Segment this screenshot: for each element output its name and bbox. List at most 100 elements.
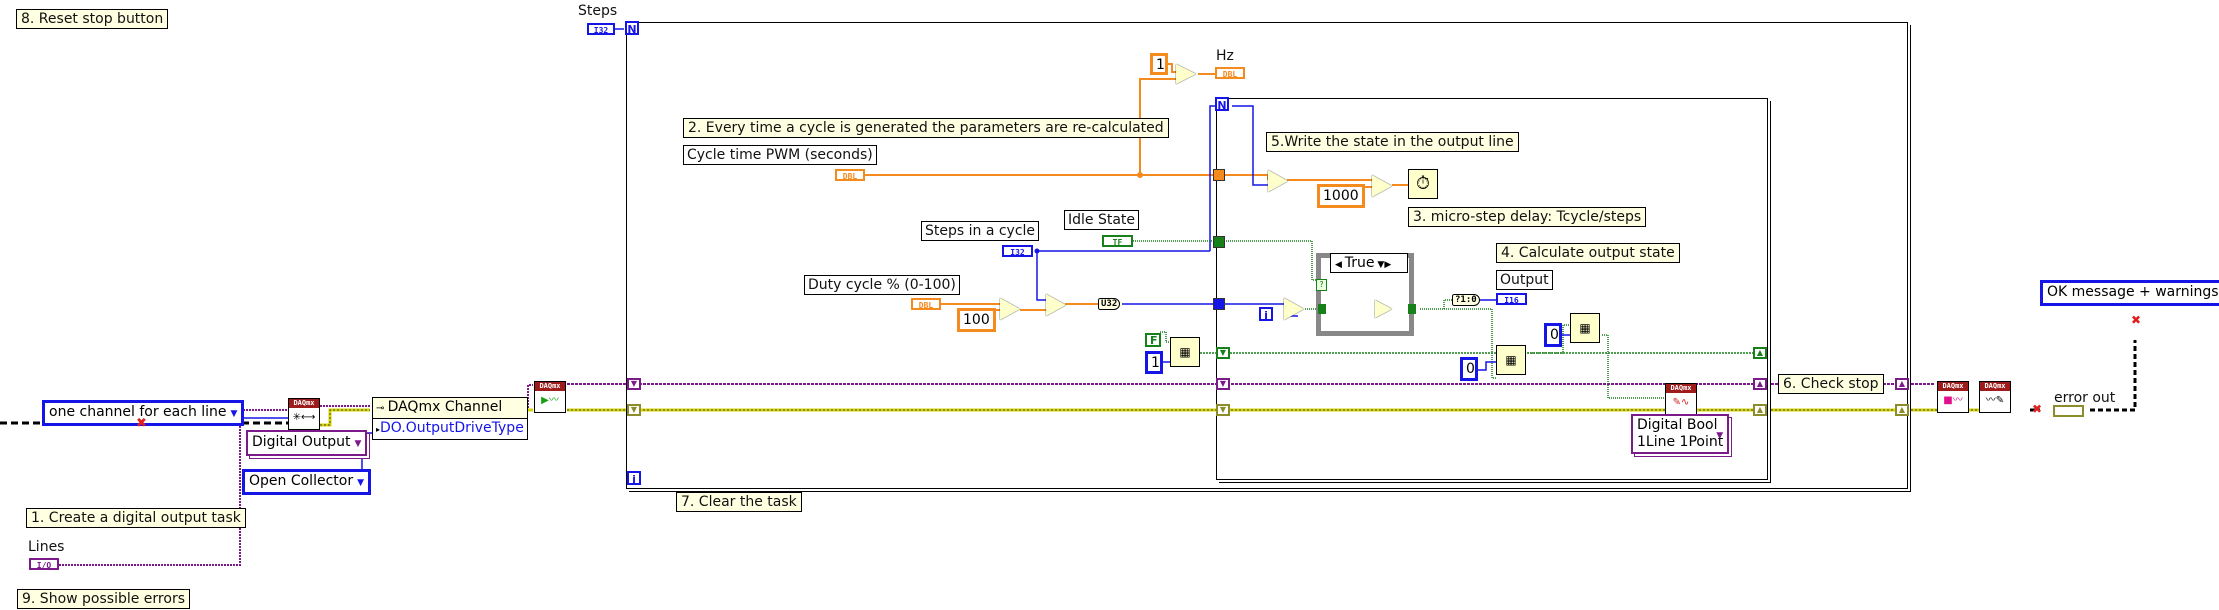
output-label: Output <box>1496 270 1553 290</box>
error-wire-1 <box>320 408 370 427</box>
case-selector-terminal: ? <box>1316 279 1327 291</box>
idle-state-label: Idle State <box>1064 210 1140 230</box>
task-type-enum[interactable]: Digital Output ▼ <box>246 430 368 456</box>
steps-control[interactable]: I32 <box>587 23 615 35</box>
hz-indicator: DBL <box>1215 67 1245 79</box>
steps-label: Steps <box>578 3 618 19</box>
inner-task-shift-register-right: ▲ <box>1753 378 1767 390</box>
u32-tunnel <box>1213 298 1225 310</box>
write-mode-enum[interactable]: Digital Bool 1Line 1Point ▼ <box>1631 414 1730 454</box>
clear-eraser-icon: 〰✎ <box>1985 395 2005 406</box>
inner-task-shift-register-left: ▼ <box>1216 378 1230 390</box>
dropdown-arrow-icon: ▼ <box>1716 431 1724 441</box>
daqmx-start-task-vi[interactable]: DAQmx ▶〰 <box>534 381 566 413</box>
error-out-indicator <box>2053 405 2084 417</box>
dropdown-arrow-icon: ▼ <box>354 439 362 449</box>
divide-node-delay[interactable] <box>1268 170 1288 192</box>
case-selector-value: True <box>1344 255 1375 271</box>
greater-than-node[interactable] <box>1284 298 1304 320</box>
hundred-constant[interactable]: 100 <box>957 308 996 332</box>
bool-array-shift-register-right: ▲ <box>1753 347 1767 359</box>
dropdown-arrow-icon: ▼ <box>357 478 365 488</box>
error-shift-register-left: ▼ <box>627 404 641 416</box>
cycle-time-control[interactable]: DBL <box>835 169 865 181</box>
lines-control[interactable]: I/O <box>29 558 59 570</box>
bool-to-number-node[interactable]: ?1:0 <box>1452 294 1480 306</box>
index-array-node[interactable]: ▦ <box>1570 313 1600 343</box>
array-size-constant[interactable]: 1 <box>1145 351 1163 374</box>
drive-type-enum[interactable]: Open Collector ▼ <box>242 469 372 495</box>
one-constant[interactable]: 1 <box>1150 53 1168 75</box>
error-out-label: error out <box>2054 390 2116 406</box>
wait-ms-metronome-icon[interactable]: ⏱ <box>1408 169 1438 199</box>
property-ref-icon: ⊸ <box>376 403 388 414</box>
error-mode-value: OK message + warnings <box>2047 284 2219 300</box>
inner-loop-iteration-terminal: i <box>1259 307 1273 322</box>
bool-array-shift-register-left: ▼ <box>1216 347 1230 359</box>
case-output-tunnel <box>1408 304 1416 314</box>
decrement-arrow-icon: ◀ <box>1335 260 1345 270</box>
idle-state-control[interactable]: TF <box>1102 235 1133 247</box>
vi-header: DAQmx <box>535 382 565 391</box>
inner-error-shift-register-right: ▲ <box>1753 404 1767 416</box>
to-u32-conversion[interactable]: U32 <box>1098 298 1121 310</box>
property-class: DAQmx Channel <box>387 399 503 415</box>
daqmx-channel-property-node[interactable]: ⊸ DAQmx Channel ▸DO.OutputDriveType <box>372 397 528 440</box>
index-zero-constant-b[interactable]: 0 <box>1544 323 1562 347</box>
idle-state-tunnel <box>1213 236 1225 248</box>
error-shift-register-right: ▲ <box>1895 404 1909 416</box>
dropdown-arrow-icon: ▼▶ <box>1374 260 1392 270</box>
daqmx-clear-task-vi[interactable]: DAQmx 〰✎ <box>1979 381 2011 413</box>
multiply-node-ms[interactable] <box>1372 175 1392 197</box>
cycle-time-tunnel <box>1213 169 1225 181</box>
false-constant[interactable]: F <box>1145 333 1161 347</box>
write-icon: ✎∿ <box>1672 397 1690 408</box>
thousand-constant[interactable]: 1000 <box>1317 184 1365 208</box>
divide-node-hz[interactable] <box>1176 64 1196 84</box>
multiply-node-steps[interactable] <box>1046 294 1066 316</box>
initialize-array-node[interactable]: ▦ <box>1170 337 1200 367</box>
inner-loop-count-terminal: N <box>1215 97 1229 112</box>
daqmx-stop-task-vi[interactable]: DAQmx ■〰 <box>1937 381 1969 413</box>
comment-show-errors: 9. Show possible errors <box>17 589 190 609</box>
error-mode-enum[interactable]: OK message + warnings▼ <box>2040 280 2219 306</box>
vi-header: DAQmx <box>1666 384 1696 393</box>
drive-type-value: Open Collector <box>249 473 354 489</box>
steps-in-cycle-label: Steps in a cycle <box>921 221 1040 241</box>
dropdown-arrow-icon: ▼ <box>230 409 238 419</box>
inner-error-shift-register-left: ▼ <box>1216 404 1230 416</box>
steps-in-cycle-control[interactable]: I32 <box>1002 245 1033 257</box>
replace-array-subset-node[interactable]: ▦ <box>1496 345 1526 375</box>
task-type-value: Digital Output <box>252 434 351 450</box>
write-mode-line-1: Digital Bool <box>1637 417 1718 433</box>
output-indicator: I16 <box>1496 293 1527 305</box>
error-cluster-icon: ✖ <box>2032 402 2043 416</box>
task-shift-register-left: ▼ <box>627 378 641 390</box>
error-handler-icon: ✖ <box>2131 313 2142 327</box>
comment-reset-stop: 8. Reset stop button <box>16 9 169 29</box>
duty-cycle-control[interactable]: DBL <box>911 298 941 310</box>
vi-header: DAQmx <box>1938 382 1968 391</box>
hz-label: Hz <box>1216 48 1234 64</box>
outer-loop-count-terminal: N <box>625 21 639 36</box>
property-name[interactable]: DO.OutputDriveType <box>380 420 524 436</box>
create-channel-icon: ✳⟷ <box>292 412 316 423</box>
cycle-time-label: Cycle time PWM (seconds) <box>683 145 877 165</box>
comment-create-task: 1. Create a digital output task <box>26 508 246 528</box>
vi-header: DAQmx <box>289 399 319 408</box>
duty-cycle-label: Duty cycle % (0-100) <box>804 275 960 295</box>
not-node[interactable] <box>1375 300 1392 318</box>
lines-label: Lines <box>28 539 65 555</box>
outer-loop-iteration-terminal: i <box>627 471 641 486</box>
error-cluster-icon: ✖ <box>136 416 147 431</box>
write-mode-line-2: 1Line 1Point <box>1637 434 1724 450</box>
index-zero-constant-a[interactable]: 0 <box>1460 357 1478 381</box>
start-icon: ▶〰 <box>541 395 559 406</box>
case-selector[interactable]: ◀ True ▼▶ <box>1330 253 1408 273</box>
stop-icon: ■〰 <box>1943 395 1963 406</box>
case-input-tunnel <box>1318 304 1326 314</box>
vi-header: DAQmx <box>1980 382 2010 391</box>
divide-node-duty[interactable] <box>1000 298 1020 320</box>
daqmx-write-vi[interactable]: DAQmx ✎∿ <box>1665 383 1697 415</box>
daqmx-create-channel-vi[interactable]: DAQmx ✳⟷ <box>288 398 320 430</box>
